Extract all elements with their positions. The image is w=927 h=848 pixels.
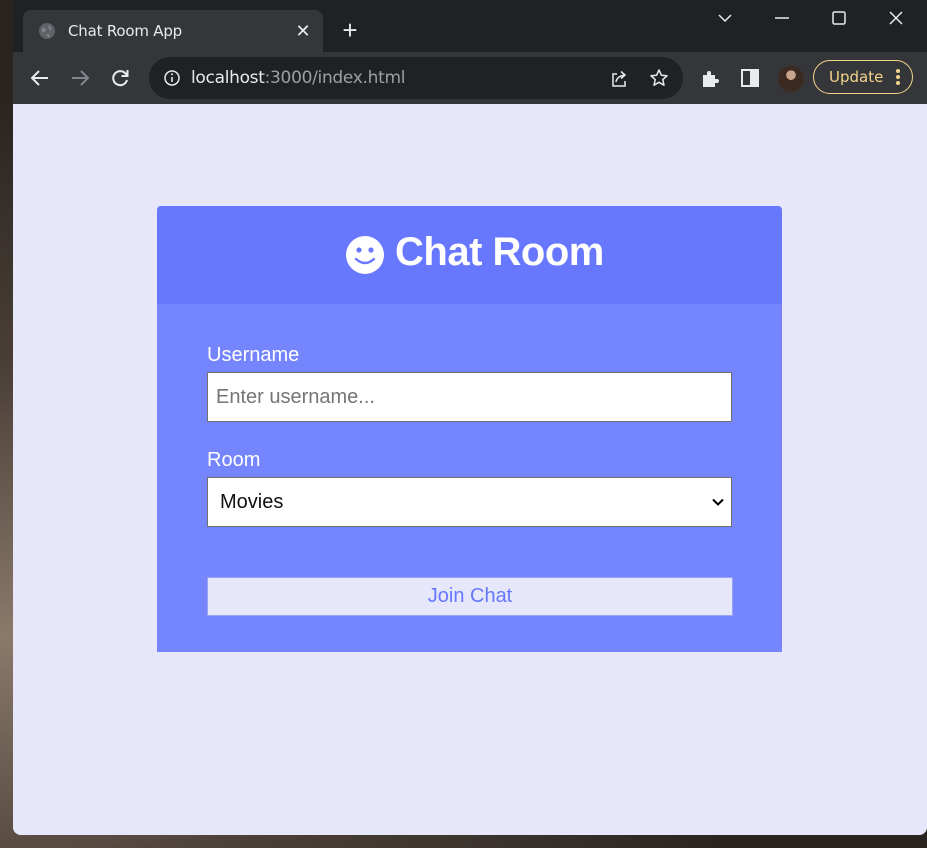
- share-icon[interactable]: [609, 69, 629, 89]
- url-host: localhost: [191, 68, 265, 88]
- profile-avatar[interactable]: [778, 66, 804, 92]
- tab-search-chevron-icon[interactable]: [715, 8, 735, 28]
- new-tab-icon[interactable]: +: [338, 17, 362, 43]
- tab-chat-room-app[interactable]: Chat Room App ✕: [23, 10, 323, 52]
- browser-window: Chat Room App ✕ + localhost:3000/index.h…: [13, 0, 927, 835]
- close-tab-icon[interactable]: ✕: [293, 21, 313, 41]
- side-panel-icon[interactable]: [738, 66, 762, 90]
- tab-strip: Chat Room App ✕ +: [13, 0, 927, 52]
- username-input[interactable]: [207, 372, 732, 422]
- join-card: Chat Room Username Room Movies Join Chat: [157, 206, 782, 652]
- card-header: Chat Room: [157, 206, 782, 304]
- room-select[interactable]: Movies: [207, 477, 732, 527]
- page-content: Chat Room Username Room Movies Join Chat: [13, 104, 927, 835]
- maximize-icon[interactable]: [829, 8, 849, 28]
- back-arrow-icon[interactable]: [28, 66, 52, 90]
- reload-icon[interactable]: [108, 66, 132, 90]
- minimize-icon[interactable]: [772, 8, 792, 28]
- address-bar[interactable]: localhost:3000/index.html: [149, 57, 683, 99]
- url-text[interactable]: localhost:3000/index.html: [191, 68, 405, 88]
- update-label: Update: [829, 68, 884, 86]
- browser-toolbar: localhost:3000/index.html Update: [13, 52, 927, 104]
- page-title: Chat Room: [395, 230, 604, 274]
- globe-icon: [39, 23, 55, 39]
- forward-arrow-icon[interactable]: [68, 66, 92, 90]
- join-form: Username Room Movies Join Chat: [157, 304, 782, 652]
- chevron-down-icon: [712, 498, 724, 506]
- url-path: :3000/index.html: [264, 68, 406, 88]
- info-icon[interactable]: [163, 69, 181, 87]
- kebab-menu-icon[interactable]: [896, 69, 900, 85]
- update-button[interactable]: Update: [813, 60, 913, 94]
- bookmark-star-icon[interactable]: [649, 68, 669, 88]
- tab-title: Chat Room App: [68, 22, 183, 40]
- room-selected-value: Movies: [220, 491, 284, 513]
- room-label: Room: [207, 449, 261, 471]
- extensions-puzzle-icon[interactable]: [699, 66, 723, 90]
- smiley-icon: [346, 236, 384, 274]
- join-chat-button[interactable]: Join Chat: [207, 577, 733, 616]
- username-label: Username: [207, 344, 300, 366]
- close-window-icon[interactable]: [886, 8, 906, 28]
